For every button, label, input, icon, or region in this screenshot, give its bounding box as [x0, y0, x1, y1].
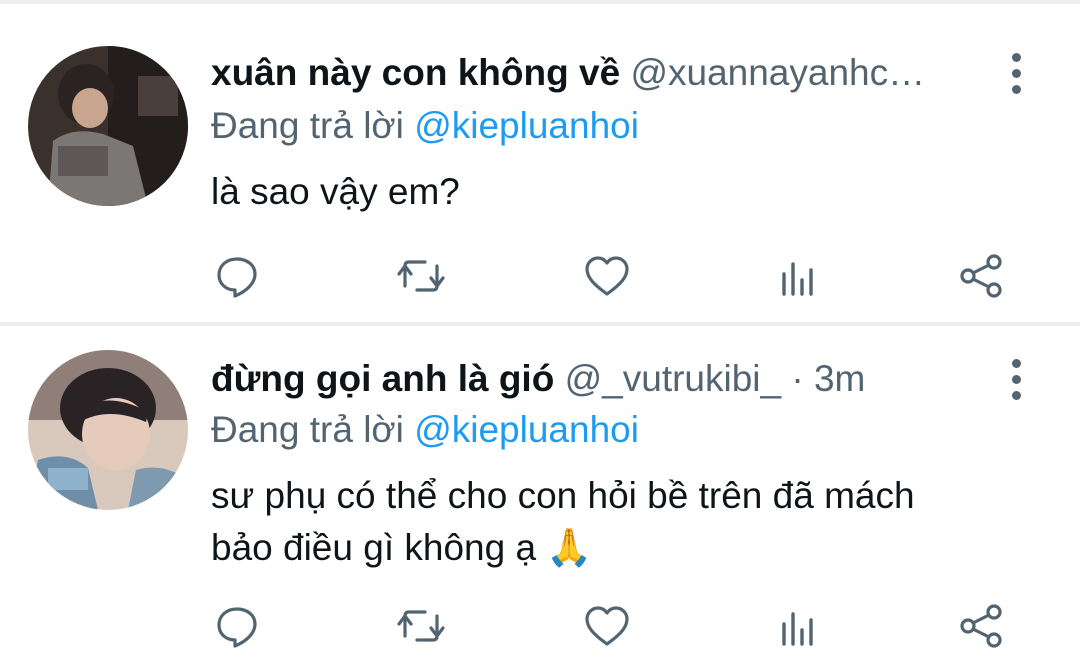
avatar[interactable] [28, 46, 188, 206]
tweet[interactable]: xuân này con không về @xuannayanhc… Đang… [0, 0, 1080, 322]
replying-to-label: Đang trả lời [211, 409, 404, 450]
user-handle[interactable]: @_vutrukibi_ · 3m [565, 358, 866, 399]
tweet[interactable]: đừng gọi anh là gió @_vutrukibi_ · 3m Đa… [0, 326, 1080, 664]
tweet-text: sư phụ có thể cho con hỏi bề trên đã mác… [211, 475, 915, 568]
tweet-text: là sao vậy em? [211, 171, 460, 212]
share-icon[interactable] [951, 596, 1011, 656]
retweet-icon[interactable] [391, 246, 451, 306]
analytics-icon[interactable] [766, 246, 826, 306]
mention-link[interactable]: @kiepluanhoi [414, 409, 639, 450]
tweet-header: đừng gọi anh là gió @_vutrukibi_ · 3m [211, 354, 980, 404]
analytics-icon[interactable] [766, 596, 826, 656]
share-icon[interactable] [951, 246, 1011, 306]
like-icon[interactable] [577, 246, 637, 306]
more-options-icon[interactable] [1006, 48, 1026, 98]
avatar[interactable] [28, 350, 188, 510]
display-name[interactable]: đừng gọi anh là gió [211, 358, 554, 399]
replying-to-label: Đang trả lời [211, 105, 404, 146]
replying-to: Đang trả lời @kiepluanhoi [211, 406, 639, 454]
like-icon[interactable] [577, 596, 637, 656]
tweet-actions [0, 246, 1080, 306]
replying-to: Đang trả lời @kiepluanhoi [211, 102, 639, 150]
reply-icon[interactable] [207, 246, 267, 306]
more-options-icon[interactable] [1006, 354, 1026, 404]
display-name[interactable]: xuân này con không về [211, 52, 620, 93]
tweet-actions [0, 596, 1080, 656]
tweet-header: xuân này con không về @xuannayanhc… [211, 48, 980, 98]
user-handle[interactable]: @xuannayanhc… [630, 52, 925, 93]
reply-icon[interactable] [207, 596, 267, 656]
mention-link[interactable]: @kiepluanhoi [414, 105, 639, 146]
retweet-icon[interactable] [391, 596, 451, 656]
